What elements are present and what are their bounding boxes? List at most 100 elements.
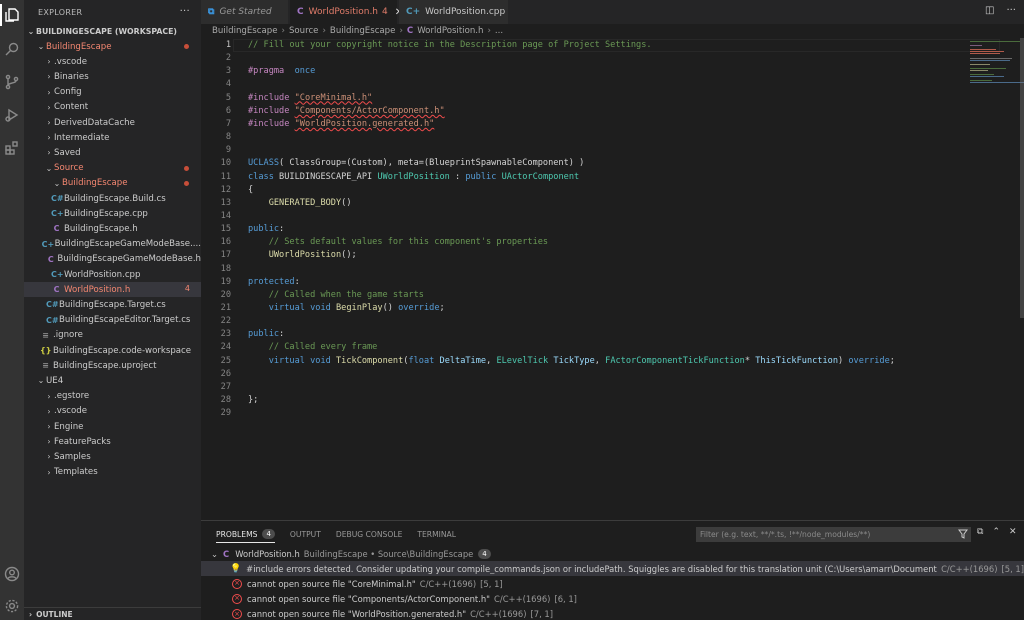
problem-row[interactable]: × cannot open source file "CoreMinimal.h"… (201, 576, 1024, 591)
more-actions-icon[interactable]: ··· (180, 6, 190, 17)
tree-item[interactable]: ⌄ Source (24, 161, 201, 176)
breadcrumb: BuildingEscape › Source › BuildingEscape › … (201, 24, 1024, 38)
chevron-right-icon: › (47, 422, 51, 431)
tree-item[interactable]: › Engine (24, 419, 201, 434)
tree-item-label: BuildingEscape.Build.cs (64, 193, 166, 204)
tree-item[interactable]: ≡ .ignore (24, 328, 201, 343)
chevron-right-icon: › (47, 102, 51, 112)
file-icon: ≡ (42, 330, 49, 340)
line-number: 14 (220, 210, 231, 221)
tree-item[interactable]: ⌄ BuildingEscape (24, 176, 201, 191)
modified-dot (184, 180, 189, 186)
code-line: public: (248, 223, 284, 236)
tree-item[interactable]: › Content (24, 100, 201, 115)
minimap[interactable] (968, 38, 1024, 520)
source-control-icon[interactable] (3, 73, 21, 91)
tree-item[interactable]: C# BuildingEscape.Target.cs (24, 297, 201, 312)
tree-item[interactable]: › Intermediate (24, 130, 201, 145)
line-number: 27 (220, 381, 231, 392)
tree-item[interactable]: C# BuildingEscape.Build.cs (24, 191, 201, 206)
tree-item[interactable]: › Saved (24, 145, 201, 160)
tab-output[interactable]: OUTPUT (290, 521, 321, 547)
breadcrumb-item[interactable]: ... (495, 26, 503, 36)
code-line: }; (248, 394, 258, 407)
code-token: TickComponent (336, 355, 404, 366)
settings-gear-icon[interactable] (3, 597, 21, 615)
tree-item[interactable]: ⌄ BuildingEscape (24, 39, 201, 54)
breadcrumb-item[interactable]: WorldPosition.h (417, 26, 483, 36)
line-number: 3 (225, 66, 231, 77)
tree-item[interactable]: › .vscode (24, 404, 201, 419)
code-line: UCLASS( ClassGroup=(Custom), meta=(Bluep… (248, 157, 584, 170)
code-line: // Sets default values for this componen… (248, 236, 548, 249)
explorer-icon[interactable] (3, 6, 21, 24)
tree-item[interactable]: › DerivedDataCache (24, 115, 201, 130)
code-token: ThisTickFunction (755, 355, 839, 366)
more-actions-icon[interactable]: ··· (1006, 5, 1016, 16)
account-icon[interactable] (3, 565, 21, 583)
search-icon[interactable] (3, 40, 21, 58)
tab-debug-console[interactable]: DEBUG CONSOLE (336, 521, 403, 547)
code-line: public: (248, 328, 284, 341)
line-number: 6 (225, 105, 231, 116)
chevron-right-icon: › (47, 133, 51, 143)
breadcrumb-item[interactable]: BuildingEscape (212, 26, 278, 36)
tree-item[interactable]: C BuildingEscape.h (24, 221, 201, 236)
tree-item[interactable]: › Config (24, 85, 201, 100)
tree-item[interactable]: › Samples (24, 449, 201, 464)
vertical-scrollbar[interactable] (1020, 38, 1024, 318)
problem-row[interactable]: 💡 #include errors detected. Consider upda… (201, 561, 1024, 576)
tab-problems[interactable]: PROBLEMS 4 (216, 521, 275, 547)
tree-item-label: .vscode (54, 56, 88, 67)
code-token: , (486, 355, 497, 366)
tree-item-label: Source (54, 163, 84, 174)
problems-filter-input[interactable]: Filter (e.g. text, **/*.ts, !**/node_mod… (696, 527, 971, 542)
code-token: public (248, 329, 280, 340)
chevron-right-icon: › (47, 57, 51, 67)
breadcrumb-item[interactable]: BuildingEscape (330, 26, 396, 36)
problem-row[interactable]: × cannot open source file "WorldPosition.… (201, 607, 1024, 620)
extensions-icon[interactable] (3, 139, 21, 157)
chevron-right-icon: › (47, 437, 51, 447)
close-panel-icon[interactable]: ✕ (1009, 527, 1017, 537)
tree-item[interactable]: › Templates (24, 465, 201, 480)
tab-worldposition-cpp[interactable]: C+ WorldPosition.cpp (399, 0, 509, 24)
tree-item[interactable]: ≡ BuildingEscape.uproject (24, 358, 201, 373)
breadcrumb-item[interactable]: Source (289, 26, 319, 36)
tree-item-label: Engine (54, 421, 84, 432)
workspace-label: BUILDINGESCAPE (WORKSPACE) (36, 27, 177, 36)
tree-item[interactable]: {} BuildingEscape.code-workspace (24, 343, 201, 358)
tree-item[interactable]: › .egstore (24, 389, 201, 404)
tab-label: PROBLEMS (216, 529, 258, 539)
code-editor[interactable]: 1 // Fill out your copyright notice in th… (201, 38, 1024, 520)
tree-item[interactable]: ⌄ UE4 (24, 373, 201, 388)
line-number: 24 (220, 342, 231, 353)
workspace-header[interactable]: ⌄ BUILDINGESCAPE (WORKSPACE) (24, 24, 201, 39)
tree-item[interactable]: C WorldPosition.h 4 (24, 282, 201, 298)
problem-row[interactable]: × cannot open source file "Components/Act… (201, 591, 1024, 606)
split-editor-icon[interactable]: ◫ (985, 5, 994, 16)
code-line: GENERATED_BODY() (248, 197, 352, 210)
code-token: ) (838, 355, 849, 366)
tree-item[interactable]: C BuildingEscapeGameModeBase.h (24, 252, 201, 267)
tab-get-started[interactable]: ⧉ Get Started (201, 0, 289, 24)
filter-icon[interactable] (958, 529, 968, 539)
tree-item[interactable]: › .vscode (24, 54, 201, 69)
tree-item-label: BuildingEscape.cpp (64, 208, 148, 219)
tree-item-label: WorldPosition.cpp (64, 269, 141, 280)
tab-terminal[interactable]: TERMINAL (417, 521, 456, 547)
tree-item[interactable]: › Binaries (24, 69, 201, 84)
tree-item[interactable]: C# BuildingEscapeEditor.Target.cs (24, 313, 201, 328)
tree-item[interactable]: C+ WorldPosition.cpp (24, 267, 201, 282)
tree-item[interactable]: C+ BuildingEscapeGameModeBase.... (24, 237, 201, 252)
maximize-panel-icon[interactable]: ⌃ (992, 527, 1000, 537)
tree-item-label: BuildingEscape.code-workspace (53, 345, 192, 356)
collapse-all-icon[interactable]: ⧉ (977, 527, 983, 537)
tree-item[interactable]: › FeaturePacks (24, 434, 201, 449)
tab-worldposition-h[interactable]: C WorldPosition.h 4 ✕ (290, 0, 403, 24)
outline-section[interactable]: › OUTLINE (24, 607, 201, 620)
problems-file-row[interactable]: ⌄ C WorldPosition.h BuildingEscape • Sou… (201, 546, 1024, 561)
tree-item[interactable]: C+ BuildingEscape.cpp (24, 206, 201, 221)
run-debug-icon[interactable] (3, 106, 21, 124)
